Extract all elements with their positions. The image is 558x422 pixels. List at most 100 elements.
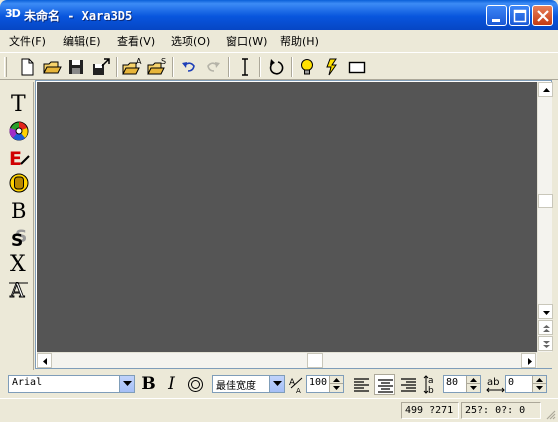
- lightbulb-icon: [301, 59, 313, 75]
- redo-icon: [207, 62, 220, 72]
- size-increase-button[interactable]: [329, 376, 343, 384]
- animate-button[interactable]: [321, 56, 343, 78]
- main-toolbar: A S: [0, 52, 558, 80]
- scroll-right-button[interactable]: [521, 353, 536, 368]
- extrude-tool[interactable]: X: [5, 249, 33, 275]
- align-right-button[interactable]: [398, 374, 419, 395]
- undo-button[interactable]: [178, 56, 200, 78]
- menu-window[interactable]: 窗口(W): [226, 33, 267, 49]
- left-tool-palette: T E B SS X A: [3, 82, 34, 370]
- app-icon-label: 3D: [5, 7, 21, 20]
- circle-outline-icon: [188, 377, 203, 392]
- minimize-button[interactable]: [486, 5, 507, 26]
- close-icon: [537, 10, 549, 22]
- maximize-icon: [513, 9, 527, 23]
- toolbar-separator: [172, 57, 174, 77]
- svg-text:A: A: [296, 387, 301, 395]
- previous-page-button[interactable]: [538, 320, 553, 335]
- format-toolbar: Arial B I 最佳宽度 AA 100 ab 80 ab 0: [0, 371, 558, 397]
- horizontal-scrollbar[interactable]: [37, 352, 537, 368]
- menu-options[interactable]: 选项(O): [171, 33, 210, 49]
- line-spacing-increase-button[interactable]: [466, 376, 480, 384]
- menu-file[interactable]: 文件(F): [9, 33, 46, 49]
- horizontal-scroll-thumb[interactable]: [307, 353, 323, 368]
- edit-text-tool[interactable]: E: [5, 144, 33, 170]
- scroll-left-button[interactable]: [37, 353, 52, 368]
- close-button[interactable]: [532, 5, 553, 26]
- export-icon: [93, 58, 110, 75]
- undo-icon: [182, 62, 195, 72]
- open-folder-icon: [43, 61, 62, 74]
- rotate-button[interactable]: [265, 56, 287, 78]
- next-page-button[interactable]: [538, 336, 553, 351]
- design-canvas[interactable]: [37, 82, 537, 352]
- resize-grip-icon[interactable]: [544, 408, 556, 420]
- line-spacing-decrease-button[interactable]: [466, 384, 480, 392]
- width-select[interactable]: 最佳宽度: [212, 375, 285, 393]
- open-style-button[interactable]: S: [146, 56, 168, 78]
- bold-button[interactable]: B: [138, 374, 159, 395]
- align-left-icon: [354, 378, 369, 392]
- svg-text:T: T: [11, 92, 26, 115]
- text-tool[interactable]: T: [5, 90, 33, 116]
- maximize-button[interactable]: [509, 5, 530, 26]
- align-center-icon: [378, 379, 393, 393]
- lighting-button[interactable]: [296, 56, 318, 78]
- vertical-scroll-thumb[interactable]: [538, 194, 553, 208]
- char-spacing-increase-button[interactable]: [532, 376, 546, 384]
- arrow-right-icon: [528, 358, 532, 365]
- size-decrease-button[interactable]: [329, 384, 343, 392]
- line-spacing-spinner[interactable]: 80: [443, 375, 481, 393]
- new-file-icon: [21, 58, 34, 76]
- open-button[interactable]: [41, 56, 63, 78]
- double-down-icon: [543, 341, 550, 348]
- text-cursor-button[interactable]: [234, 56, 256, 78]
- menu-view[interactable]: 查看(V): [117, 33, 155, 49]
- color-tool[interactable]: [5, 118, 33, 144]
- char-spacing-icon: ab: [486, 377, 505, 393]
- save-button[interactable]: [65, 56, 87, 78]
- line-spacing-icon-label: ab: [423, 374, 444, 395]
- open-animation-button[interactable]: A: [121, 56, 143, 78]
- italic-button[interactable]: I: [161, 374, 182, 395]
- shadow-tool[interactable]: SS: [5, 223, 33, 249]
- width-dropdown-button[interactable]: [269, 376, 284, 392]
- status-bar: 499 ?271 25?: 0?: 0: [0, 398, 558, 422]
- app-icon[interactable]: 3D: [5, 7, 22, 22]
- size-spinner[interactable]: 100: [306, 375, 344, 393]
- outline-text-icon: A: [9, 278, 28, 301]
- rectangle-icon: [348, 61, 366, 74]
- scroll-up-button[interactable]: [538, 82, 553, 97]
- svg-text:b: b: [428, 386, 434, 395]
- menu-help[interactable]: 帮助(H): [280, 33, 319, 49]
- char-spacing-icon-label: ab: [485, 374, 506, 395]
- arrow-left-icon: [43, 358, 47, 365]
- save-icon: [69, 60, 83, 74]
- bevel-tool[interactable]: [5, 170, 33, 196]
- bold-style-icon: B: [11, 199, 26, 222]
- outline-font-button[interactable]: [185, 374, 206, 395]
- char-spacing-spinner[interactable]: 0: [505, 375, 547, 393]
- char-spacing-value: 0: [508, 377, 515, 388]
- char-spacing-decrease-button[interactable]: [532, 384, 546, 392]
- outline-text-tool[interactable]: A: [5, 276, 33, 302]
- scroll-down-button[interactable]: [538, 304, 553, 319]
- align-left-button[interactable]: [351, 374, 372, 395]
- font-select-value: Arial: [12, 377, 43, 388]
- vertical-scrollbar[interactable]: [537, 82, 553, 352]
- menu-edit[interactable]: 编辑(E): [63, 33, 101, 49]
- export-button[interactable]: [90, 56, 112, 78]
- align-center-button[interactable]: [374, 374, 395, 395]
- redo-button[interactable]: [202, 56, 224, 78]
- arrow-up-icon: [470, 378, 477, 382]
- toolbar-separator: [259, 57, 261, 77]
- minimize-icon: [492, 19, 500, 22]
- bold-style-tool[interactable]: B: [5, 197, 33, 223]
- font-select[interactable]: Arial: [8, 375, 135, 393]
- font-dropdown-button[interactable]: [119, 376, 134, 392]
- title-bar: 3D 未命名 - Xara3D5: [0, 0, 558, 30]
- frame-button[interactable]: [346, 56, 368, 78]
- svg-text:S: S: [161, 57, 166, 66]
- new-file-button[interactable]: [16, 56, 38, 78]
- toolbar-grip[interactable]: [4, 57, 7, 77]
